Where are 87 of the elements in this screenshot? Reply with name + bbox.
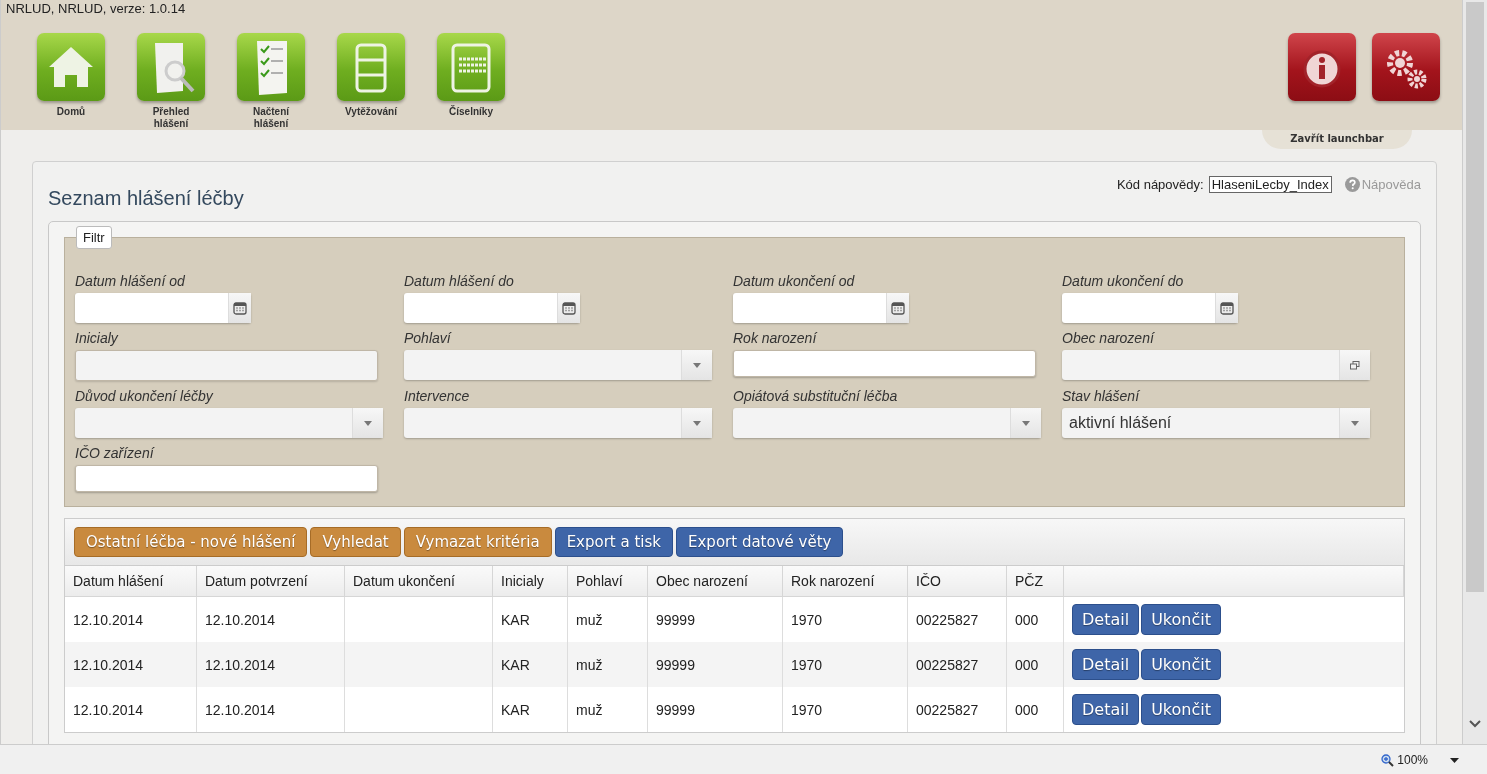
filter-legend: Filtr	[76, 226, 112, 249]
scroll-down-icon[interactable]	[1469, 720, 1481, 728]
column-header[interactable]: Rok narození	[782, 566, 908, 597]
column-header[interactable]: Inicialy	[492, 566, 568, 597]
field-label: Pohlaví	[404, 330, 451, 346]
table-cell: 99999	[647, 642, 783, 687]
column-header[interactable]: Pohlaví	[567, 566, 648, 597]
column-header[interactable]: Obec narození	[647, 566, 783, 597]
table-cell: 12.10.2014	[196, 642, 345, 687]
table-cell: 000	[1006, 687, 1064, 732]
field-label: Datum hlášení od	[75, 273, 185, 289]
row-action-button[interactable]: Detail	[1072, 604, 1140, 635]
date-field[interactable]	[75, 293, 251, 323]
field-label: Stav hlášení	[1062, 388, 1140, 404]
calendar-icon	[233, 301, 247, 315]
close-launchbar-tab[interactable]: Zavřít launchbar	[1262, 130, 1412, 149]
table-cell: muž	[567, 642, 648, 687]
column-header[interactable]: Datum ukončení	[344, 566, 493, 597]
launch-label: Přehled hlášení	[151, 106, 191, 130]
table-cell: KAR	[492, 642, 568, 687]
date-field[interactable]	[404, 293, 580, 323]
app-version-text: NRLUD, NRLUD, verze: 1.0.14	[6, 0, 187, 18]
caret-icon	[1450, 757, 1459, 763]
caret-icon	[1022, 420, 1030, 426]
date-field[interactable]	[1062, 293, 1238, 323]
caret-icon	[693, 420, 701, 426]
calendar-icon	[891, 301, 905, 315]
help-icon	[1344, 177, 1360, 192]
column-header[interactable]: PČZ	[1006, 566, 1064, 597]
table-cell: KAR	[492, 687, 568, 732]
popup-icon	[1350, 360, 1360, 370]
field-label: IČO zařízení	[75, 445, 154, 461]
dropdown-field[interactable]	[404, 350, 712, 380]
launch-tile[interactable]	[1372, 33, 1440, 101]
column-header[interactable]: Datum potvrzení	[196, 566, 345, 597]
caret-icon	[1351, 420, 1359, 426]
field-label: Intervence	[404, 388, 470, 404]
caret-icon	[364, 420, 372, 426]
lookup-field[interactable]	[1062, 350, 1370, 380]
launch-tile[interactable]	[1288, 33, 1356, 101]
input-field[interactable]	[733, 350, 1036, 377]
launch-label: Domů	[55, 106, 87, 118]
table-cell: 12.10.2014	[65, 687, 197, 732]
input-field[interactable]	[75, 465, 378, 492]
column-header[interactable]: Datum hlášení	[65, 566, 197, 597]
field-label: Datum hlášení do	[404, 273, 514, 289]
table-cell: 00225827	[907, 642, 1007, 687]
launch-label: Číselníky	[448, 106, 494, 118]
table-cell: 1970	[782, 642, 908, 687]
dropdown-field[interactable]	[733, 408, 1041, 438]
row-action-button[interactable]: Ukončit	[1141, 694, 1221, 725]
row-action-button[interactable]: Ukončit	[1141, 649, 1221, 680]
toolbar-button[interactable]: Export datové věty	[676, 527, 844, 557]
zoom-icon	[1381, 753, 1395, 767]
scrollbar[interactable]	[1462, 0, 1487, 744]
launch-label: Vytěžování	[344, 106, 398, 118]
help-code-field: HlaseniLecby_Index	[1208, 176, 1332, 193]
table-cell: 000	[1006, 642, 1064, 687]
table-cell: muž	[567, 687, 648, 732]
help-code-label: Kód nápovědy:	[1116, 177, 1204, 192]
field-label: Datum ukončení do	[1062, 273, 1184, 289]
table-cell: 00225827	[907, 687, 1007, 732]
table-cell: 12.10.2014	[196, 687, 345, 732]
table-cell: 12.10.2014	[65, 642, 197, 687]
row-action-button[interactable]: Ukončit	[1141, 604, 1221, 635]
table-cell: 99999	[647, 687, 783, 732]
dropdown-field[interactable]	[75, 408, 383, 438]
toolbar-button[interactable]: Export a tisk	[554, 527, 673, 557]
row-action-button[interactable]: Detail	[1072, 649, 1140, 680]
date-field[interactable]	[733, 293, 909, 323]
dropdown-field[interactable]: aktivní hlášení	[1062, 408, 1370, 438]
table-cell: 1970	[782, 687, 908, 732]
field-label: Rok narození	[733, 330, 817, 346]
zoom-level[interactable]: 100%	[1381, 753, 1428, 767]
column-header[interactable]: IČO	[907, 566, 1007, 597]
field-label: Opiátová substituční léčba	[733, 388, 898, 404]
field-label: Obec narození	[1062, 330, 1154, 346]
field-label: Inicialy	[75, 330, 118, 346]
page-title: Seznam hlášení léčby	[48, 187, 244, 210]
field-label: Důvod ukončení léčby	[75, 388, 213, 404]
dropdown-field[interactable]	[404, 408, 712, 438]
field-label: Datum ukončení od	[733, 273, 855, 289]
row-action-button[interactable]: Detail	[1072, 694, 1140, 725]
launch-label: Načtení hlášení	[251, 106, 291, 130]
calendar-icon	[1220, 301, 1234, 315]
calendar-icon	[562, 301, 576, 315]
caret-icon	[693, 362, 701, 368]
